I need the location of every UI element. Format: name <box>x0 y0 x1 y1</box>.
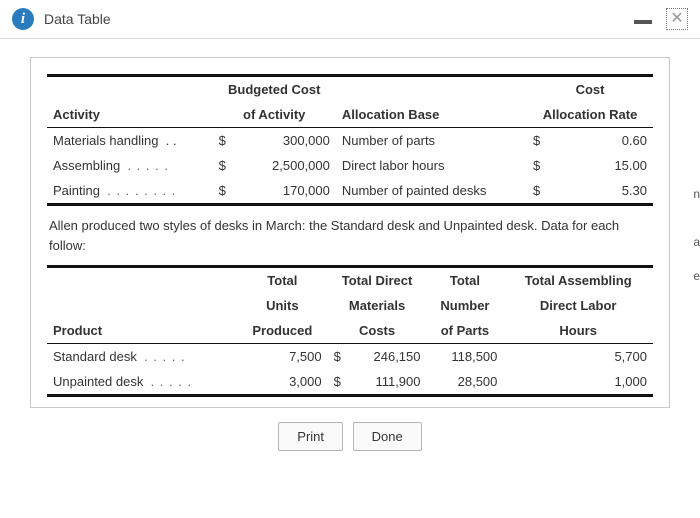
titlebar: i Data Table ✕ <box>0 0 700 39</box>
currency-symbol: $ <box>527 128 546 154</box>
h2-parts-l2: Number <box>427 293 504 318</box>
units-value: 3,000 <box>237 369 328 396</box>
currency-symbol: $ <box>328 344 347 370</box>
info-icon: i <box>12 8 34 30</box>
dlh-value: 5,700 <box>503 344 653 370</box>
hdr-budgeted-sub: of Activity <box>213 102 336 128</box>
button-row: Print Done <box>24 422 676 451</box>
parts-value: 118,500 <box>427 344 504 370</box>
h2-units-l3: Produced <box>237 318 328 344</box>
table-row: Standard desk 7,500 $ 246,150 118,500 5,… <box>47 344 653 370</box>
done-button[interactable]: Done <box>353 422 422 451</box>
rate-value: 15.00 <box>546 153 653 178</box>
cost-value: 300,000 <box>232 128 336 154</box>
data-card: Budgeted Cost Cost Activity of Activity … <box>30 57 670 408</box>
table-row: Materials handling . . $ 300,000 Number … <box>47 128 653 154</box>
alloc-base: Direct labor hours <box>336 153 527 178</box>
materials-value: 246,150 <box>347 344 427 370</box>
activity-name: Painting <box>53 183 100 198</box>
materials-value: 111,900 <box>347 369 427 396</box>
h2-mat-l2: Materials <box>328 293 427 318</box>
close-icon[interactable]: ✕ <box>666 8 688 30</box>
currency-symbol: $ <box>328 369 347 396</box>
cost-value: 170,000 <box>232 178 336 205</box>
parts-value: 28,500 <box>427 369 504 396</box>
units-value: 7,500 <box>237 344 328 370</box>
h2-dlh-l1: Total Assembling <box>503 267 653 294</box>
h2-product: Product <box>47 318 237 344</box>
product-name: Standard desk <box>53 349 137 364</box>
alloc-base: Number of parts <box>336 128 527 154</box>
hdr-cost-sub: Allocation Rate <box>527 102 653 128</box>
h2-dlh-l2: Direct Labor <box>503 293 653 318</box>
activity-name: Assembling <box>53 158 120 173</box>
currency-symbol: $ <box>527 178 546 205</box>
alloc-base: Number of painted desks <box>336 178 527 205</box>
hdr-activity: Activity <box>47 102 213 128</box>
cost-value: 2,500,000 <box>232 153 336 178</box>
currency-symbol: $ <box>213 128 232 154</box>
rate-value: 0.60 <box>546 128 653 154</box>
product-name: Unpainted desk <box>53 374 143 389</box>
hdr-cost: Cost <box>527 76 653 103</box>
currency-symbol: $ <box>213 178 232 205</box>
table-row: Painting $ 170,000 Number of painted des… <box>47 178 653 205</box>
h2-mat-l1: Total Direct <box>328 267 427 294</box>
currency-symbol: $ <box>527 153 546 178</box>
window-title: Data Table <box>44 11 111 27</box>
h2-units-l1: Total <box>237 267 328 294</box>
description-paragraph: Allen produced two styles of desks in Ma… <box>49 216 651 255</box>
dlh-value: 1,000 <box>503 369 653 396</box>
h2-dlh-l3: Hours <box>503 318 653 344</box>
rate-value: 5.30 <box>546 178 653 205</box>
product-data-table: Total Total Direct Total Total Assemblin… <box>47 265 653 397</box>
h2-parts-l1: Total <box>427 267 504 294</box>
table-row: Unpainted desk 3,000 $ 111,900 28,500 1,… <box>47 369 653 396</box>
currency-symbol: $ <box>213 153 232 178</box>
print-button[interactable]: Print <box>278 422 343 451</box>
table-row: Assembling $ 2,500,000 Direct labor hour… <box>47 153 653 178</box>
activity-cost-table: Budgeted Cost Cost Activity of Activity … <box>47 74 653 206</box>
h2-mat-l3: Costs <box>328 318 427 344</box>
h2-parts-l3: of Parts <box>427 318 504 344</box>
h2-units-l2: Units <box>237 293 328 318</box>
hdr-alloc-base: Allocation Base <box>336 102 527 128</box>
minimize-icon[interactable] <box>634 20 652 24</box>
activity-name: Materials handling <box>53 133 159 148</box>
hdr-budgeted: Budgeted Cost <box>213 76 336 103</box>
